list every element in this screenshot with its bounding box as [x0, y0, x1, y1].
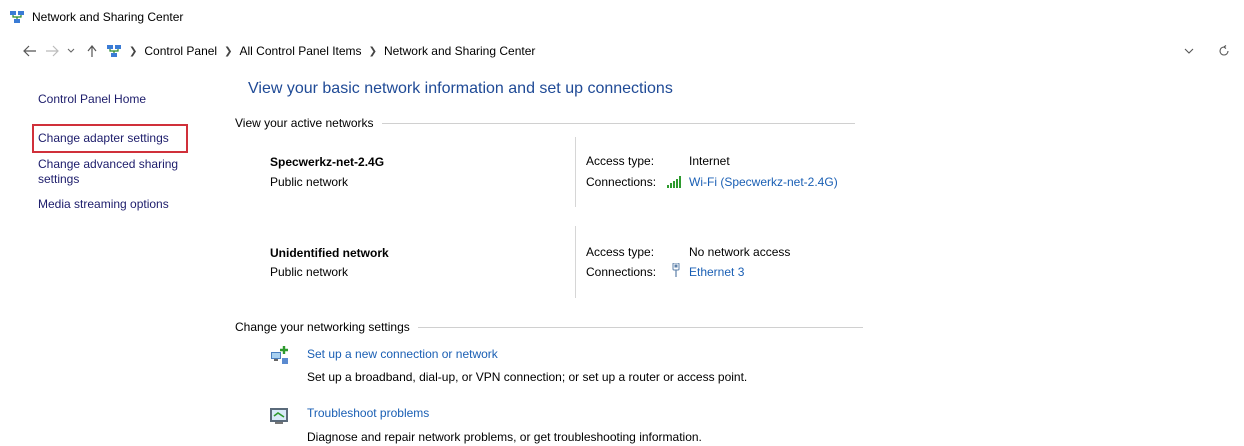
- section-divider: [417, 326, 863, 328]
- window-title: Network and Sharing Center: [32, 10, 184, 24]
- breadcrumb-separator-icon[interactable]: ❯: [369, 46, 377, 57]
- title-bar: Network and Sharing Center: [0, 0, 1244, 34]
- sidebar-item-change-advanced-sharing-settings[interactable]: settings: [38, 172, 79, 187]
- network-center-icon: [9, 9, 25, 25]
- recent-locations-chevron-icon[interactable]: [66, 41, 76, 61]
- new-connection-icon[interactable]: [268, 344, 290, 366]
- troubleshoot-icon[interactable]: [268, 405, 290, 427]
- section-divider: [381, 122, 855, 124]
- breadcrumb-separator-icon[interactable]: ❯: [224, 46, 232, 57]
- networking-settings-section-label: Change your networking settings: [235, 320, 863, 334]
- address-bar: ❯ Control Panel ❯ All Control Panel Item…: [0, 38, 1244, 64]
- setup-new-connection-description: Set up a broadband, dial-up, or VPN conn…: [307, 370, 748, 384]
- wifi-connection-link[interactable]: Wi-Fi (Specwerkz-net-2.4G): [689, 175, 838, 189]
- connections-label: Connections:: [586, 265, 657, 279]
- refresh-icon[interactable]: [1204, 45, 1244, 57]
- page-title: View your basic network information and …: [248, 80, 673, 97]
- network-name: Unidentified network: [270, 246, 389, 260]
- up-arrow-icon[interactable]: [84, 41, 100, 61]
- control-panel-icon: [106, 43, 122, 59]
- troubleshoot-problems-link[interactable]: Troubleshoot problems: [307, 406, 429, 420]
- network-divider: [575, 137, 576, 207]
- sidebar-item-control-panel-home[interactable]: Control Panel Home: [38, 92, 146, 107]
- breadcrumb-item-all-items[interactable]: All Control Panel Items: [240, 44, 362, 58]
- breadcrumb: ❯ Control Panel ❯ All Control Panel Item…: [106, 43, 535, 59]
- network-category: Public network: [270, 175, 349, 189]
- setup-new-connection-link[interactable]: Set up a new connection or network: [307, 347, 498, 361]
- sidebar-item-change-adapter-settings[interactable]: Change adapter settings: [38, 131, 169, 146]
- connections-label: Connections:: [586, 175, 657, 189]
- forward-arrow-icon[interactable]: [44, 41, 60, 61]
- ethernet-connection-link[interactable]: Ethernet 3: [689, 265, 744, 279]
- breadcrumb-item-control-panel[interactable]: Control Panel: [144, 44, 217, 58]
- sidebar-item-media-streaming-options[interactable]: Media streaming options: [38, 197, 169, 212]
- back-arrow-icon[interactable]: [22, 41, 38, 61]
- network-divider: [575, 226, 576, 298]
- address-dropdown-chevron-icon[interactable]: [1174, 48, 1204, 54]
- access-type-value: No network access: [689, 245, 791, 259]
- access-type-label: Access type:: [586, 245, 655, 259]
- network-name: Specwerkz-net-2.4G: [270, 155, 385, 169]
- ethernet-icon: [671, 262, 681, 277]
- sidebar-item-change-advanced-sharing[interactable]: Change advanced sharing: [38, 157, 178, 172]
- access-type-label: Access type:: [586, 154, 655, 168]
- address-controls: [1174, 38, 1244, 64]
- network-category: Public network: [270, 265, 349, 279]
- active-networks-section-label: View your active networks: [235, 116, 855, 130]
- access-type-value: Internet: [689, 154, 730, 168]
- breadcrumb-item-network-center[interactable]: Network and Sharing Center: [384, 44, 535, 58]
- troubleshoot-problems-description: Diagnose and repair network problems, or…: [307, 430, 702, 444]
- breadcrumb-separator-icon[interactable]: ❯: [129, 46, 137, 57]
- wifi-signal-icon: [667, 176, 681, 188]
